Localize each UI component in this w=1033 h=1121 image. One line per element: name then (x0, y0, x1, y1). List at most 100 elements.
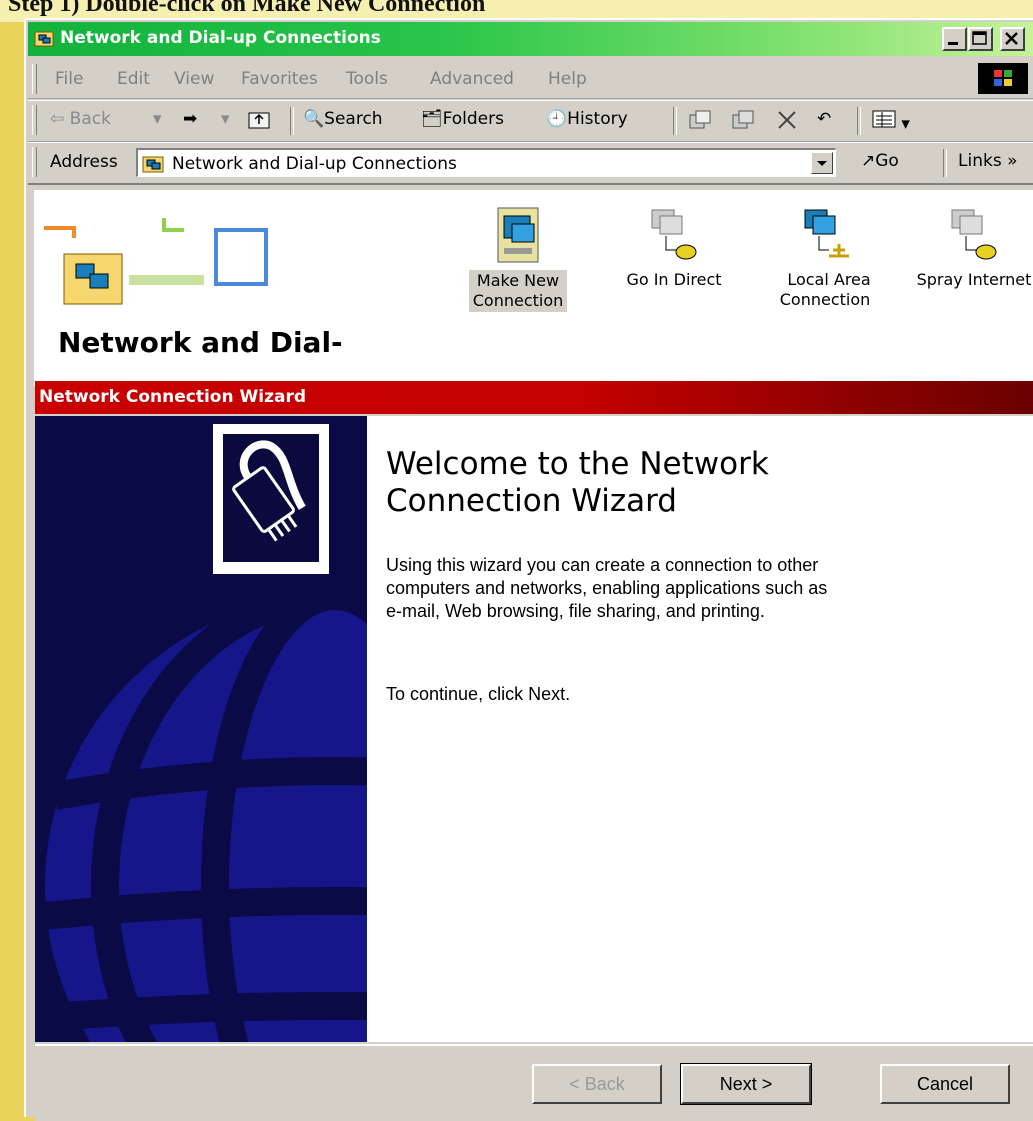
windows-flag-icon (994, 70, 1012, 86)
undo-button[interactable]: ↶ (817, 109, 831, 129)
address-bar: Address Network and Dial-up Connections … (28, 142, 1033, 185)
local-area-connection-label: Local Area Connection (780, 269, 875, 310)
delete-x-icon (778, 111, 796, 129)
history-button[interactable]: 🕘History (546, 109, 628, 129)
views-dropdown-icon: ▾ (901, 114, 910, 134)
document-caption: Step 1) Double-click on Make New Connect… (8, 0, 486, 17)
links-label: Links (958, 151, 1002, 171)
go-in-direct-label: Go In Direct (626, 270, 722, 289)
cancel-button[interactable]: Cancel (880, 1064, 1010, 1104)
views-button[interactable]: ▾ (872, 109, 910, 134)
folders-icon: 🗂 (421, 109, 443, 129)
back-button[interactable]: ⇦ Back (50, 109, 111, 129)
wizard-title-bar[interactable]: Network Connection Wizard (35, 381, 1033, 414)
back-wizard-button[interactable]: < Back (532, 1064, 662, 1104)
wizard-heading-line1: Welcome to the Network (386, 446, 769, 482)
menu-file[interactable]: File (55, 69, 83, 89)
make-new-connection-line2: Connection (472, 291, 564, 310)
spray-internet-label: Spray Internet (916, 270, 1032, 289)
explorer-window: Network and Dial-up Connections File Edi… (24, 18, 1033, 1121)
forward-button[interactable]: ➡ (183, 109, 197, 129)
go-in-direct-item[interactable]: Go In Direct (604, 206, 744, 290)
folder-title: Network and Dial- (58, 326, 343, 359)
address-input[interactable]: Network and Dial-up Connections (136, 148, 836, 177)
search-icon: 🔍 (303, 109, 325, 129)
maximize-button[interactable] (968, 27, 993, 51)
history-label: History (567, 109, 628, 129)
spray-internet-item[interactable]: Spray Internet (904, 206, 1033, 290)
delete-button[interactable] (776, 109, 798, 136)
toolbar-separator (290, 107, 294, 135)
maximize-icon (972, 31, 987, 45)
standard-toolbar: ⇦ Back ▾ ➡ ▾ 🔍Search 🗂Folders 🕘History ↶… (28, 100, 1033, 142)
up-folder-button[interactable] (248, 109, 270, 134)
local-area-line1: Local Area (787, 270, 871, 289)
local-area-connection-item[interactable]: Local Area Connection (757, 206, 897, 310)
undo-icon: ↶ (817, 109, 832, 129)
wizard-text-line1: Using this wizard you can create a conne… (386, 555, 819, 575)
menu-grip[interactable] (32, 64, 37, 94)
make-new-connection-line1: Make New (476, 271, 560, 290)
copy-to-icon (732, 110, 754, 129)
menu-bar: File Edit View Favorites Tools Advanced … (28, 60, 1033, 99)
wizard-heading: Welcome to the Network Connection Wizard (386, 446, 769, 520)
forward-dropdown-arrow[interactable]: ▾ (221, 109, 230, 129)
wizard-continue-text: To continue, click Next. (386, 684, 571, 704)
folder-content: Network and Dial- Make New Connection Go … (34, 190, 1033, 386)
address-dropdown-button[interactable] (811, 152, 833, 174)
views-icon (872, 110, 896, 128)
wizard-title: Network Connection Wizard (39, 387, 306, 407)
wizard-heading-line2: Connection Wizard (386, 483, 677, 519)
make-new-connection-icon (497, 207, 539, 263)
go-label: Go (875, 151, 899, 171)
close-button[interactable] (1000, 27, 1025, 51)
menu-tools[interactable]: Tools (346, 69, 388, 89)
make-new-connection-label: Make New Connection (468, 270, 568, 312)
go-button[interactable]: ↗Go (861, 151, 899, 171)
make-new-connection-item[interactable]: Make New Connection (448, 206, 588, 312)
back-arrow-icon: ⇦ (50, 109, 65, 129)
menu-favorites[interactable]: Favorites (241, 69, 318, 89)
wizard-button-bar: < Back Next > Cancel (35, 1044, 1033, 1121)
search-button[interactable]: 🔍Search (303, 109, 383, 129)
minimize-icon (948, 42, 958, 45)
local-area-line2: Connection (779, 290, 871, 309)
network-folder-icon (34, 31, 54, 47)
network-banner-art (44, 218, 268, 305)
toolbar-grip[interactable] (32, 105, 37, 135)
folders-button[interactable]: 🗂Folders (421, 109, 504, 129)
move-to-icon (689, 110, 711, 129)
title-bar[interactable]: Network and Dial-up Connections (28, 22, 1033, 56)
dialup-connection-icon (951, 209, 997, 260)
copy-to-button[interactable] (731, 109, 755, 136)
folders-label: Folders (442, 109, 504, 129)
chevron-down-icon (817, 161, 827, 166)
address-value: Network and Dial-up Connections (172, 154, 457, 174)
menu-edit[interactable]: Edit (117, 69, 150, 89)
network-cable-icon (232, 440, 306, 542)
next-button[interactable]: Next > (680, 1063, 812, 1105)
move-to-button[interactable] (688, 109, 712, 136)
address-grip[interactable] (32, 147, 37, 177)
network-folder-icon (142, 156, 164, 173)
wizard-side-panel (35, 416, 367, 1042)
chevron-right-double-icon: » (1007, 151, 1018, 171)
wizard-description: Using this wizard you can create a conne… (386, 554, 946, 623)
wizard-text-line2: computers and networks, enabling applica… (386, 578, 828, 598)
up-folder-icon (248, 112, 270, 129)
forward-arrow-icon: ➡ (183, 109, 198, 129)
links-separator (943, 149, 947, 177)
minimize-button[interactable] (942, 27, 967, 51)
menu-advanced[interactable]: Advanced (430, 69, 514, 89)
back-dropdown-arrow[interactable]: ▾ (153, 109, 162, 129)
windows-logo (978, 63, 1028, 94)
links-button[interactable]: Links » (958, 151, 1017, 171)
address-label: Address (50, 152, 118, 172)
go-arrow-icon: ↗ (861, 151, 876, 171)
wizard-icon-background (223, 434, 319, 562)
toolbar-separator-2 (673, 107, 677, 135)
wizard-body: Welcome to the Network Connection Wizard… (35, 416, 1033, 1042)
menu-help[interactable]: Help (548, 69, 587, 89)
dialup-connection-icon (651, 209, 697, 260)
menu-view[interactable]: View (174, 69, 214, 89)
